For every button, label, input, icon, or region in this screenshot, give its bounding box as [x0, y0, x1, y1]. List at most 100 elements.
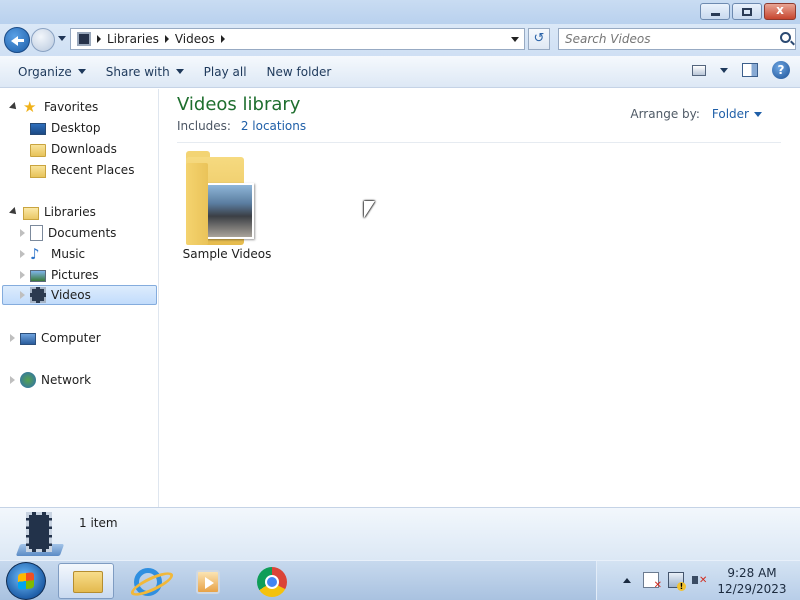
play-all-label: Play all	[203, 64, 247, 79]
folder-item-sample-videos[interactable]: Sample Videos	[182, 151, 272, 263]
forward-button[interactable]	[31, 28, 55, 52]
arrange-by: Arrange by: Folder	[630, 107, 762, 121]
show-hidden-icons-chevron-up-icon[interactable]	[623, 578, 631, 583]
folder-thumbnail	[206, 183, 254, 239]
address-bar[interactable]: Libraries Videos	[70, 28, 525, 50]
clock-date: 12/29/2023	[717, 582, 787, 596]
recent-pages-chevron-down-icon[interactable]	[58, 36, 66, 41]
taskbar: 9:28 AM 12/29/2023	[0, 560, 800, 600]
nav-item-pictures[interactable]: Pictures	[20, 265, 99, 285]
nav-item-computer[interactable]: Computer	[10, 328, 101, 348]
taskbar-windows-explorer[interactable]	[58, 563, 114, 599]
nav-label-videos: Videos	[51, 288, 91, 302]
share-with-button[interactable]: Share with	[96, 60, 194, 84]
item-count: 1 item	[79, 516, 118, 530]
collapsed-triangle-icon[interactable]	[20, 250, 25, 258]
nav-item-videos[interactable]: Videos	[2, 285, 157, 305]
nav-item-recent-places[interactable]: Recent Places	[30, 160, 134, 180]
nav-item-music[interactable]: ♪ Music	[20, 244, 85, 264]
view-controls: ?	[692, 61, 790, 79]
library-locations-link[interactable]: 2 locations	[241, 119, 306, 133]
nav-item-favorites[interactable]: ★ Favorites	[9, 97, 99, 117]
help-icon[interactable]: ?	[772, 61, 790, 79]
nav-label-favorites: Favorites	[44, 100, 99, 114]
maximize-button[interactable]	[732, 3, 762, 20]
nav-item-libraries[interactable]: Libraries	[9, 202, 96, 222]
breadcrumb-separator-icon[interactable]	[164, 35, 169, 43]
star-icon: ★	[23, 98, 37, 116]
preview-pane-icon[interactable]	[742, 63, 758, 77]
internet-explorer-icon	[134, 568, 162, 596]
breadcrumb-separator-icon[interactable]	[97, 35, 101, 43]
desktop-icon	[30, 123, 46, 135]
video-folder-icon	[186, 151, 254, 246]
arrange-by-dropdown[interactable]: Folder	[712, 107, 762, 121]
restore-icon	[742, 8, 752, 16]
includes-label: Includes:	[177, 119, 231, 133]
change-view-icon[interactable]	[692, 64, 706, 76]
close-button[interactable]: x	[764, 3, 796, 20]
breadcrumb-separator-icon[interactable]	[220, 35, 225, 43]
network-icon	[20, 372, 36, 388]
media-player-icon	[196, 570, 220, 594]
search-box[interactable]	[558, 28, 796, 50]
expanded-triangle-icon[interactable]	[9, 207, 19, 217]
nav-label-pictures: Pictures	[51, 268, 99, 282]
share-with-label: Share with	[105, 64, 170, 79]
explorer-icon	[73, 571, 103, 593]
nav-label-recent-places: Recent Places	[51, 163, 135, 177]
new-folder-label: New folder	[266, 64, 332, 79]
chevron-down-icon	[754, 111, 762, 117]
breadcrumb-videos[interactable]: Videos	[175, 32, 215, 46]
action-center-flag-icon[interactable]	[643, 572, 662, 591]
volume-muted-icon[interactable]	[691, 572, 707, 588]
library-includes: Includes: 2 locations	[177, 119, 306, 133]
chevron-down-icon	[77, 69, 86, 74]
breadcrumb-libraries[interactable]: Libraries	[107, 32, 159, 46]
close-icon: x	[776, 3, 784, 17]
downloads-folder-icon	[30, 143, 46, 157]
mouse-pointer-icon	[364, 201, 375, 218]
new-folder-button[interactable]: New folder	[257, 60, 342, 84]
search-input[interactable]	[559, 29, 769, 49]
nav-label-desktop: Desktop	[51, 121, 101, 135]
network-status-icon[interactable]	[668, 572, 686, 591]
system-clock[interactable]: 9:28 AM 12/29/2023	[717, 565, 787, 597]
address-history-chevron-down-icon[interactable]	[511, 37, 519, 42]
divider	[177, 142, 781, 143]
more-views-chevron-down-icon[interactable]	[720, 67, 728, 73]
nav-item-network[interactable]: Network	[10, 370, 91, 390]
taskbar-media-player[interactable]	[180, 563, 236, 599]
nav-label-music: Music	[51, 247, 86, 261]
windows-logo-icon	[18, 572, 34, 590]
nav-label-downloads: Downloads	[51, 142, 117, 156]
collapsed-triangle-icon[interactable]	[10, 334, 15, 342]
collapsed-triangle-icon[interactable]	[20, 271, 25, 279]
arrange-by-value: Folder	[711, 107, 749, 121]
taskbar-chrome[interactable]	[244, 563, 300, 599]
search-icon[interactable]	[780, 32, 791, 43]
collapsed-triangle-icon[interactable]	[20, 229, 25, 237]
collapsed-triangle-icon[interactable]	[20, 291, 25, 299]
minimize-button[interactable]	[700, 3, 730, 20]
file-list-area[interactable]: Videos library Includes: 2 locations Arr…	[160, 89, 800, 507]
taskbar-internet-explorer[interactable]	[120, 563, 176, 599]
nav-item-documents[interactable]: Documents	[20, 223, 116, 243]
chevron-down-icon	[175, 69, 184, 74]
organize-button[interactable]: Organize	[8, 60, 96, 84]
videos-library-large-icon	[15, 512, 65, 558]
nav-label-computer: Computer	[41, 331, 101, 345]
nav-item-downloads[interactable]: Downloads	[30, 139, 117, 159]
title-bar: x	[0, 0, 800, 24]
start-button[interactable]	[6, 562, 46, 600]
arrange-by-label: Arrange by:	[630, 107, 700, 121]
page-title: Videos library	[177, 94, 301, 115]
play-all-button[interactable]: Play all	[194, 60, 257, 84]
nav-item-desktop[interactable]: Desktop	[30, 118, 101, 138]
back-button[interactable]	[4, 27, 30, 53]
expanded-triangle-icon[interactable]	[9, 102, 19, 112]
pictures-icon	[30, 270, 46, 282]
refresh-button[interactable]: ↺	[528, 28, 550, 50]
music-icon: ♪	[30, 245, 40, 263]
collapsed-triangle-icon[interactable]	[10, 376, 15, 384]
